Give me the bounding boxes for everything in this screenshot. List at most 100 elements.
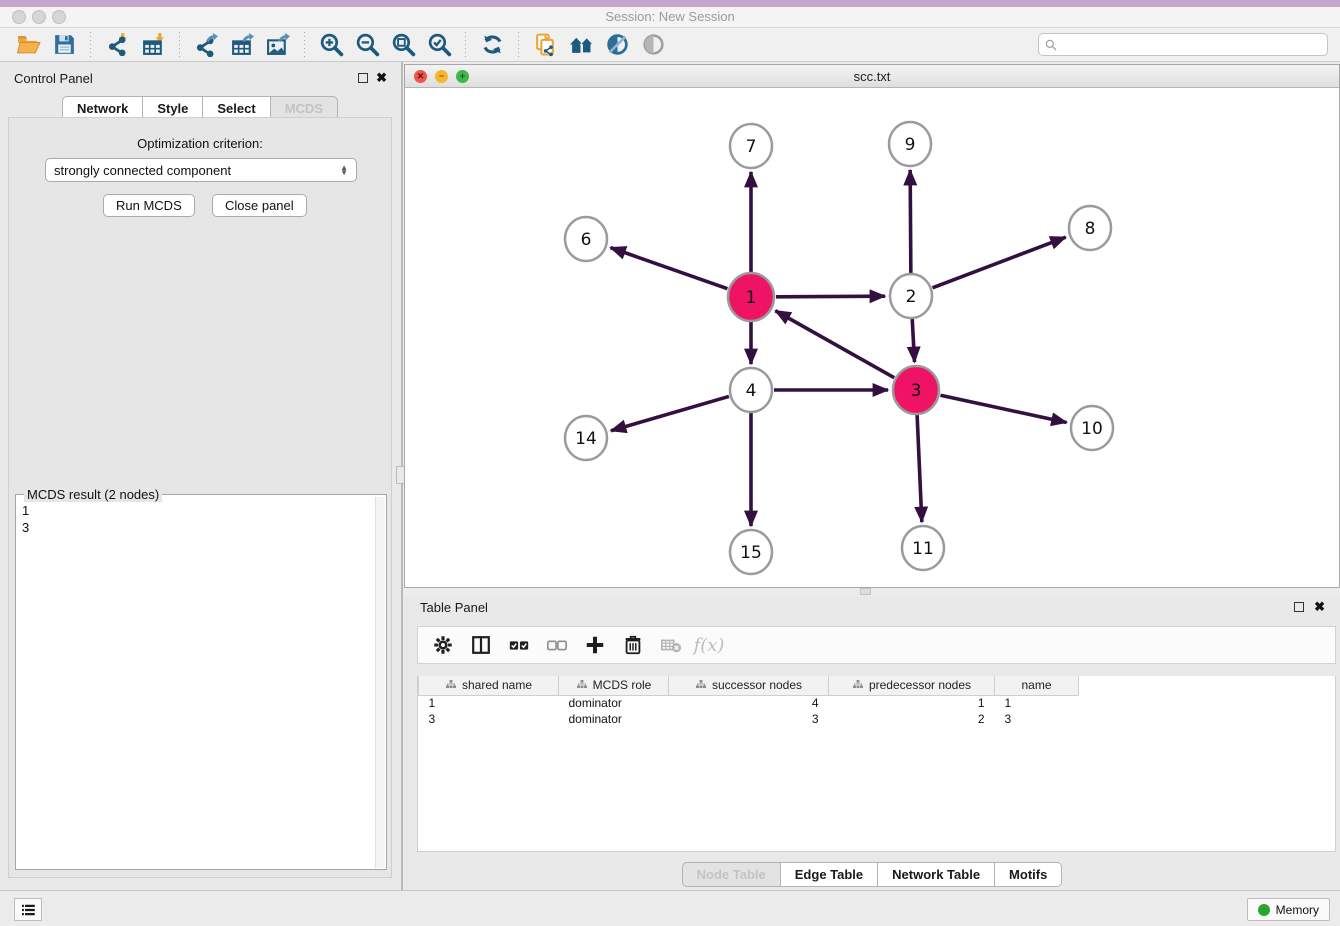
edge-3-11[interactable] [917,415,922,522]
table-cell[interactable]: dominator [559,695,669,711]
delete-table-icon [654,630,688,660]
close-panel-icon[interactable]: ✖ [376,70,387,86]
toolbar-separator [90,32,91,58]
table-cell[interactable]: 3 [995,711,1079,727]
edge-2-9[interactable] [910,170,911,273]
toolbar-group [313,30,457,60]
graph-node-6[interactable]: 6 [565,217,607,261]
graph-node-15[interactable]: 15 [730,530,772,574]
export-table-icon[interactable] [224,30,260,60]
home-view-icon[interactable] [563,30,599,60]
table-cell[interactable]: 4 [669,695,829,711]
search-input[interactable] [1058,35,1327,54]
graph-node-7[interactable]: 7 [730,124,772,168]
edge-4-14[interactable] [611,396,729,430]
column-header-shared-name[interactable]: shared name [419,676,559,695]
network-window-titlebar[interactable]: ✕ − + scc.txt [405,65,1339,88]
network-window-title: scc.txt [405,69,1339,84]
result-scrollbar[interactable] [375,497,385,868]
delete-column-icon[interactable] [616,630,650,660]
toolbar-separator [465,32,466,58]
edge-3-10[interactable] [940,395,1066,422]
table-cell[interactable]: 1 [419,695,559,711]
column-header-MCDS-role[interactable]: MCDS role [559,676,669,695]
column-header-successor-nodes[interactable]: successor nodes [669,676,829,695]
table-panel: Table Panel ✖ f(x) shared name MCDS role… [404,596,1340,890]
column-header-name[interactable]: name [995,676,1079,695]
birdseye-view-icon[interactable] [635,30,671,60]
graph-node-4[interactable]: 4 [730,368,772,412]
table-row[interactable]: 3dominator323 [419,711,1079,727]
toolbar-group [10,30,82,60]
optimization-criterion-select[interactable]: strongly connected component ▲▼ [45,158,357,182]
graph-node-8[interactable]: 8 [1069,206,1111,250]
hide-graphics-details-icon[interactable] [599,30,635,60]
graph-node-9[interactable]: 9 [889,122,931,166]
node-label: 4 [746,381,757,401]
toolbar-group [474,30,510,60]
tab-motifs[interactable]: Motifs [995,862,1062,887]
window-top-accent [0,0,1340,7]
window-titlebar: Session: New Session [0,7,1340,28]
memory-status-icon [1258,904,1270,916]
node-label: 7 [746,137,757,157]
graph-node-11[interactable]: 11 [902,526,944,570]
run-mcds-button[interactable]: Run MCDS [103,194,195,217]
unselect-all-columns-icon[interactable] [540,630,574,660]
open-file-icon[interactable] [10,30,46,60]
table-cell[interactable]: 2 [829,711,995,727]
close-panel-button[interactable]: Close panel [212,194,307,217]
graph-node-10[interactable]: 10 [1071,406,1113,450]
export-image-icon[interactable] [260,30,296,60]
optimization-criterion-value: strongly connected component [54,163,231,178]
search-box [1038,33,1328,56]
tab-node-table[interactable]: Node Table [682,862,781,887]
tab-edge-table[interactable]: Edge Table [781,862,878,887]
float-panel-icon[interactable] [358,73,368,83]
float-table-panel-icon[interactable] [1294,602,1304,612]
network-canvas[interactable]: 7 9 6 8 1 2 4 3 14 10 15 11 [405,88,1339,587]
column-header-predecessor-nodes[interactable]: predecessor nodes [829,676,995,695]
edge-2-8[interactable] [933,237,1066,288]
zoom-fit-icon[interactable] [385,30,421,60]
table-cell[interactable]: 1 [829,695,995,711]
graph-node-1[interactable]: 1 [728,273,774,321]
control-panel-title: Control Panel [14,71,93,86]
export-network-icon[interactable] [188,30,224,60]
node-label: 2 [906,287,917,307]
table-cell[interactable]: 1 [995,695,1079,711]
duplicate-network-icon[interactable] [527,30,563,60]
import-network-icon[interactable] [99,30,135,60]
zoom-in-icon[interactable] [313,30,349,60]
edge-2-3[interactable] [912,319,914,362]
graph-node-14[interactable]: 14 [565,416,607,460]
status-bar: Memory [0,890,1340,926]
close-table-panel-icon[interactable]: ✖ [1314,599,1325,615]
show-columns-icon[interactable] [464,630,498,660]
edge-1-6[interactable] [611,248,728,289]
zoom-selected-icon[interactable] [421,30,457,60]
task-history-button[interactable] [14,898,42,921]
tab-network-table[interactable]: Network Table [878,862,995,887]
table-cell[interactable]: 3 [419,711,559,727]
add-column-icon[interactable] [578,630,612,660]
select-all-columns-icon[interactable] [502,630,536,660]
zoom-out-icon[interactable] [349,30,385,60]
refresh-view-icon[interactable] [474,30,510,60]
edge-1-2[interactable] [776,296,885,297]
list-icon [19,901,37,919]
import-table-icon[interactable] [135,30,171,60]
edge-3-1[interactable] [775,311,894,378]
save-session-icon[interactable] [46,30,82,60]
memory-button[interactable]: Memory [1247,898,1330,921]
attribute-type-icon [695,679,707,691]
toolbar-separator [518,32,519,58]
table-settings-icon[interactable] [426,630,460,660]
table-cell[interactable]: 3 [669,711,829,727]
table-row[interactable]: 1dominator411 [419,695,1079,711]
table-cell[interactable]: dominator [559,711,669,727]
toolbar-group [188,30,296,60]
horizontal-divider-handle[interactable] [860,588,871,595]
graph-node-3[interactable]: 3 [893,366,939,414]
graph-node-2[interactable]: 2 [890,274,932,318]
